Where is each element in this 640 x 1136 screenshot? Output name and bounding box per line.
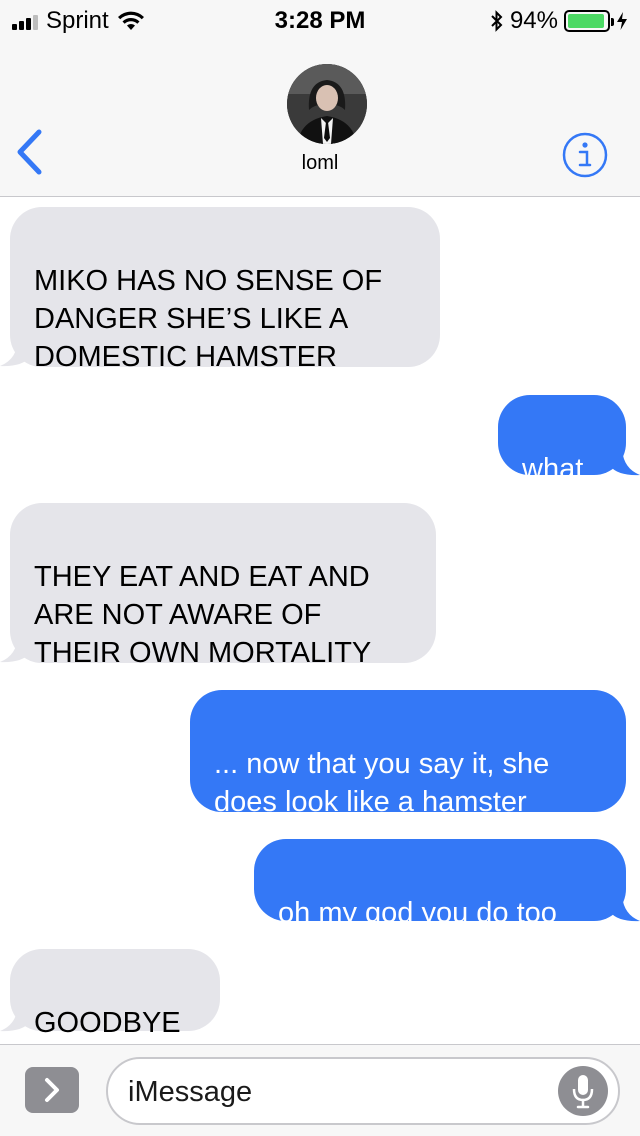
message-text: ... now that you say it, she does look l… bbox=[214, 748, 550, 818]
status-right: 94% bbox=[490, 7, 628, 35]
bubble-tail bbox=[0, 1002, 30, 1032]
bubble-tail bbox=[610, 446, 640, 476]
message-bubble-incoming[interactable]: THEY EAT AND EAT AND ARE NOT AWARE OF TH… bbox=[10, 503, 436, 669]
message-bubble-incoming[interactable]: MIKO HAS NO SENSE OF DANGER SHE’S LIKE A… bbox=[10, 207, 440, 373]
bubble-tail bbox=[610, 892, 640, 922]
bubble-tail bbox=[0, 337, 30, 367]
compose-bar bbox=[0, 1044, 640, 1136]
status-bar: Sprint 3:28 PM 94% bbox=[0, 0, 640, 40]
message-list: MIKO HAS NO SENSE OF DANGER SHE’S LIKE A… bbox=[0, 197, 640, 1043]
message-text: what bbox=[522, 453, 584, 485]
contact-name[interactable]: loml bbox=[0, 152, 640, 175]
message-input-container[interactable] bbox=[106, 1057, 620, 1125]
avatar-image bbox=[287, 64, 367, 144]
message-bubble-outgoing[interactable]: what bbox=[498, 395, 626, 485]
contact-avatar[interactable] bbox=[287, 64, 367, 144]
message-bubble-incoming[interactable]: GOODBYE bbox=[10, 949, 220, 1039]
message-text: THEY EAT AND EAT AND ARE NOT AWARE OF TH… bbox=[34, 561, 372, 669]
info-button[interactable] bbox=[562, 132, 608, 178]
bubble-tail bbox=[0, 633, 30, 663]
battery-percent: 94% bbox=[509, 7, 558, 34]
microphone-icon bbox=[572, 1075, 594, 1109]
message-text: MIKO HAS NO SENSE OF DANGER SHE’S LIKE A… bbox=[34, 265, 383, 373]
charging-icon bbox=[617, 12, 627, 30]
message-text: oh my god you do too bbox=[278, 897, 557, 929]
message-input[interactable] bbox=[128, 1071, 548, 1113]
message-bubble-outgoing[interactable]: ... now that you say it, she does look l… bbox=[190, 690, 626, 818]
bluetooth-icon bbox=[491, 10, 503, 32]
message-bubble-outgoing[interactable]: oh my god you do too bbox=[254, 839, 626, 929]
dictation-button[interactable] bbox=[558, 1066, 608, 1116]
app-drawer-button[interactable] bbox=[25, 1067, 79, 1113]
conversation-header: loml bbox=[0, 40, 640, 197]
battery-icon bbox=[564, 10, 614, 32]
chevron-right-icon bbox=[45, 1078, 59, 1102]
message-text: GOODBYE bbox=[34, 1007, 181, 1039]
